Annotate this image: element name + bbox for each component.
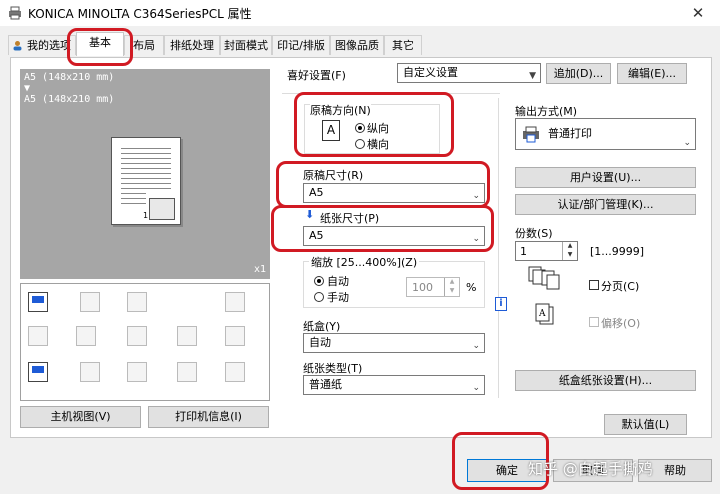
offset-label: 偏移(O) [601, 317, 641, 330]
tab-label: 印记/排版 [277, 39, 325, 52]
copies-value: 1 [520, 245, 527, 258]
tab-my-options[interactable]: 我的选项 [8, 35, 76, 55]
function-icon-panel [20, 283, 270, 401]
chevron-down-icon: ⌄ [472, 341, 480, 351]
copies-stepper[interactable]: 1 ▲ ▼ [515, 241, 578, 261]
sort-icon[interactable] [76, 326, 96, 346]
tab-label: 封面模式 [224, 39, 268, 52]
stack-icon[interactable] [225, 362, 245, 382]
collate-label: 分页(C) [601, 280, 640, 293]
people-icon[interactable] [127, 362, 147, 382]
print-function-icon[interactable] [28, 292, 48, 312]
zoom-manual-label: 手动 [327, 291, 349, 304]
default-button[interactable]: 默认值(L) [604, 414, 687, 435]
tab-label: 其它 [392, 39, 414, 52]
window-title: KONICA MINOLTA C364SeriesPCL 属性 [28, 7, 252, 21]
tab-label: 布局 [133, 39, 155, 52]
spin-up-icon[interactable]: ▲ [562, 242, 577, 251]
spin-down-icon[interactable]: ▼ [444, 287, 459, 296]
chevron-down-icon: ▼ [529, 71, 536, 81]
tab-label: 图像品质 [335, 39, 379, 52]
paper-size-text: A5 (148x210 mm) [24, 94, 115, 105]
output-method-label: 输出方式(M) [515, 105, 578, 118]
document-icon[interactable] [28, 362, 48, 382]
watermark: 知乎 @自起手撕鸡 [528, 460, 653, 478]
favorites-label: 喜好设置(F) [287, 69, 346, 82]
highlight-tab-basic [67, 28, 133, 66]
page-thumbnail [149, 198, 175, 220]
auth-department-button[interactable]: 认证/部门管理(K)... [515, 194, 696, 215]
highlight-paper-size [271, 205, 494, 252]
rotate-icon[interactable] [225, 292, 245, 312]
page-number: 1 [143, 211, 149, 220]
printer-view-button[interactable]: 主机视图(V) [20, 406, 141, 428]
printer-icon [523, 126, 539, 143]
spin-up-icon[interactable]: ▲ [444, 278, 459, 287]
collate-pages-icon [528, 266, 560, 290]
original-size-text: A5 (148x210 mm) [24, 72, 115, 83]
zoom-manual-radio[interactable] [314, 292, 324, 302]
output-method-select[interactable]: 普通打印 ⌄ [515, 118, 696, 150]
highlight-orientation [294, 92, 454, 157]
tab-other[interactable]: 其它 [384, 35, 422, 55]
tab-label: 我的选项 [27, 39, 71, 52]
tray-select[interactable]: 自动 ⌄ [303, 333, 485, 353]
printer-info-button[interactable]: 打印机信息(I) [148, 406, 269, 428]
tab-image-quality[interactable]: 图像品质 [330, 35, 384, 55]
lock-print-icon[interactable] [225, 326, 245, 346]
printer-icon [9, 6, 21, 20]
svg-text:A: A [538, 309, 546, 319]
collate-checkbox[interactable] [589, 280, 599, 290]
zoom-label: 缩放 [25...400%](Z) [309, 254, 420, 270]
staple-icon[interactable] [28, 326, 48, 346]
copies-label: 份数(S) [515, 227, 553, 240]
settings-doc-icon[interactable] [177, 362, 197, 382]
preview-page: 1 [111, 137, 181, 225]
arrow-down-icon: ▼ [24, 83, 31, 94]
form-icon[interactable] [177, 326, 197, 346]
spin-down-icon[interactable]: ▼ [562, 251, 577, 260]
zoom-stepper[interactable]: 100 ▲ ▼ [406, 277, 460, 297]
close-icon[interactable]: ✕ [676, 0, 720, 26]
favorites-select[interactable]: 自定义设置 ▼ [397, 63, 541, 83]
zoom-auto-radio[interactable] [314, 276, 324, 286]
chevron-down-icon: ⌄ [683, 138, 691, 148]
zoom-value: 100 [412, 281, 433, 294]
user-settings-button[interactable]: 用户设置(U)... [515, 167, 696, 188]
paper-type-value: 普通纸 [309, 378, 342, 391]
output-method-value: 普通打印 [548, 127, 592, 140]
paper-type-select[interactable]: 普通纸 ⌄ [303, 375, 485, 395]
tray-value: 自动 [309, 336, 331, 349]
paper-type-label: 纸张类型(T) [303, 362, 363, 375]
zoom-auto-label: 自动 [327, 275, 349, 288]
user-icon [13, 41, 22, 51]
offset-checkbox[interactable] [589, 317, 599, 327]
add-button[interactable]: 追加(D)... [546, 63, 611, 84]
separator [498, 98, 499, 398]
tray-label: 纸盒(Y) [303, 320, 341, 333]
zoom-unit: % [466, 281, 477, 294]
copies-range: [1...9999] [590, 245, 645, 258]
favorites-value: 自定义设置 [403, 66, 458, 79]
tab-label: 排纸处理 [170, 39, 214, 52]
title-bar: KONICA MINOLTA C364SeriesPCL 属性 ✕ [0, 0, 720, 26]
offset-pages-icon: A [535, 303, 554, 325]
tray-paper-settings-button[interactable]: 纸盒纸张设置(H)... [515, 370, 696, 391]
text-page-icon[interactable] [127, 326, 147, 346]
chevron-down-icon: ⌄ [472, 383, 480, 393]
copies-marker: x1 [254, 264, 267, 275]
duplex-icon[interactable] [80, 292, 100, 312]
highlight-original-size [276, 161, 490, 208]
user-doc-icon[interactable] [80, 362, 100, 382]
tab-cover-mode[interactable]: 封面模式 [220, 35, 272, 55]
tab-stamp-composition[interactable]: 印记/排版 [272, 35, 330, 55]
copy-icon[interactable] [127, 292, 147, 312]
edit-button[interactable]: 编辑(E)... [617, 63, 687, 84]
tab-finishing[interactable]: 排纸处理 [164, 35, 220, 55]
info-icon[interactable]: i [495, 297, 507, 311]
